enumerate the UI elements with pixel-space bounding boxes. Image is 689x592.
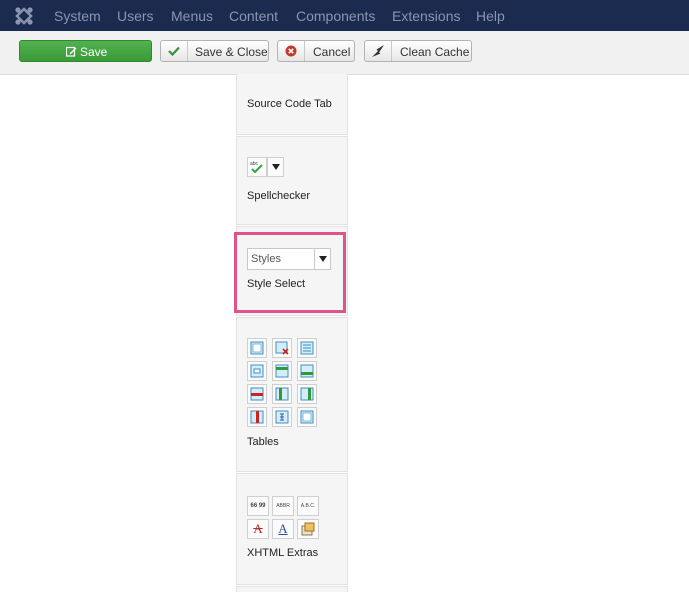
cancel-button[interactable]: Cancel <box>277 40 355 62</box>
save-button-label: Save <box>80 45 108 59</box>
clean-cache-label: Clean Cache <box>400 45 470 59</box>
spellchecker-dropdown-arrow-icon[interactable] <box>267 157 284 177</box>
save-close-button[interactable]: Save & Close <box>160 40 269 62</box>
plugin-divider <box>236 224 348 227</box>
table-row-before-icon[interactable] <box>272 361 292 381</box>
attributes-icon[interactable] <box>297 519 319 539</box>
menu-menus[interactable]: Menus <box>171 8 213 24</box>
edit-icon <box>66 46 77 57</box>
spellchecker-icon[interactable]: abc <box>247 157 267 177</box>
table-cell-props-icon[interactable] <box>247 361 267 381</box>
table-delete-row-icon[interactable] <box>247 384 267 404</box>
table-col-after-icon[interactable] <box>297 384 317 404</box>
svg-text:abc: abc <box>250 161 259 167</box>
acronym-icon[interactable]: A.B.C. <box>297 496 319 516</box>
menu-system[interactable]: System <box>54 8 101 24</box>
plugin-label-xhtml-extras: XHTML Extras <box>247 547 319 559</box>
plugin-divider <box>236 584 348 587</box>
table-insert-icon[interactable] <box>247 338 267 358</box>
plugin-label-tables: Tables <box>247 436 279 448</box>
delete-text-icon[interactable]: A <box>247 519 269 539</box>
save-button[interactable]: Save <box>19 40 152 62</box>
table-merge-cells-icon[interactable] <box>297 407 317 427</box>
clean-cache-button[interactable]: Clean Cache <box>364 40 472 62</box>
menu-components[interactable]: Components <box>296 8 375 24</box>
table-delete-col-icon[interactable] <box>247 407 267 427</box>
flash-icon <box>365 41 392 61</box>
plugin-divider <box>236 134 348 137</box>
cancel-label: Cancel <box>313 45 351 59</box>
top-menu-bar: System Users Menus Content Components Ex… <box>0 0 689 32</box>
plugin-label-spellchecker: Spellchecker <box>247 190 310 202</box>
abbr-icon[interactable]: ABBR <box>272 496 294 516</box>
action-toolbar: Save Save & Close Cancel Clean Cache <box>0 31 689 75</box>
plugin-divider <box>236 315 348 318</box>
check-icon <box>161 41 188 61</box>
plugin-label-source-code: Source Code Tab <box>247 98 332 110</box>
insert-text-icon[interactable]: A <box>272 519 294 539</box>
table-delete-icon[interactable] <box>272 338 292 358</box>
cancel-icon <box>278 41 305 61</box>
menu-users[interactable]: Users <box>117 8 154 24</box>
menu-help[interactable]: Help <box>476 8 505 24</box>
menu-extensions[interactable]: Extensions <box>392 8 460 24</box>
joomla-logo-icon[interactable] <box>14 6 34 26</box>
table-props-icon[interactable] <box>297 338 317 358</box>
save-close-label: Save & Close <box>195 45 268 59</box>
table-row-after-icon[interactable] <box>297 361 317 381</box>
cite-icon[interactable]: 66 99 <box>247 496 269 516</box>
table-split-cells-icon[interactable] <box>272 407 292 427</box>
highlight-frame <box>234 232 346 313</box>
plugin-divider <box>236 471 348 474</box>
table-col-before-icon[interactable] <box>272 384 292 404</box>
menu-content[interactable]: Content <box>229 8 278 24</box>
